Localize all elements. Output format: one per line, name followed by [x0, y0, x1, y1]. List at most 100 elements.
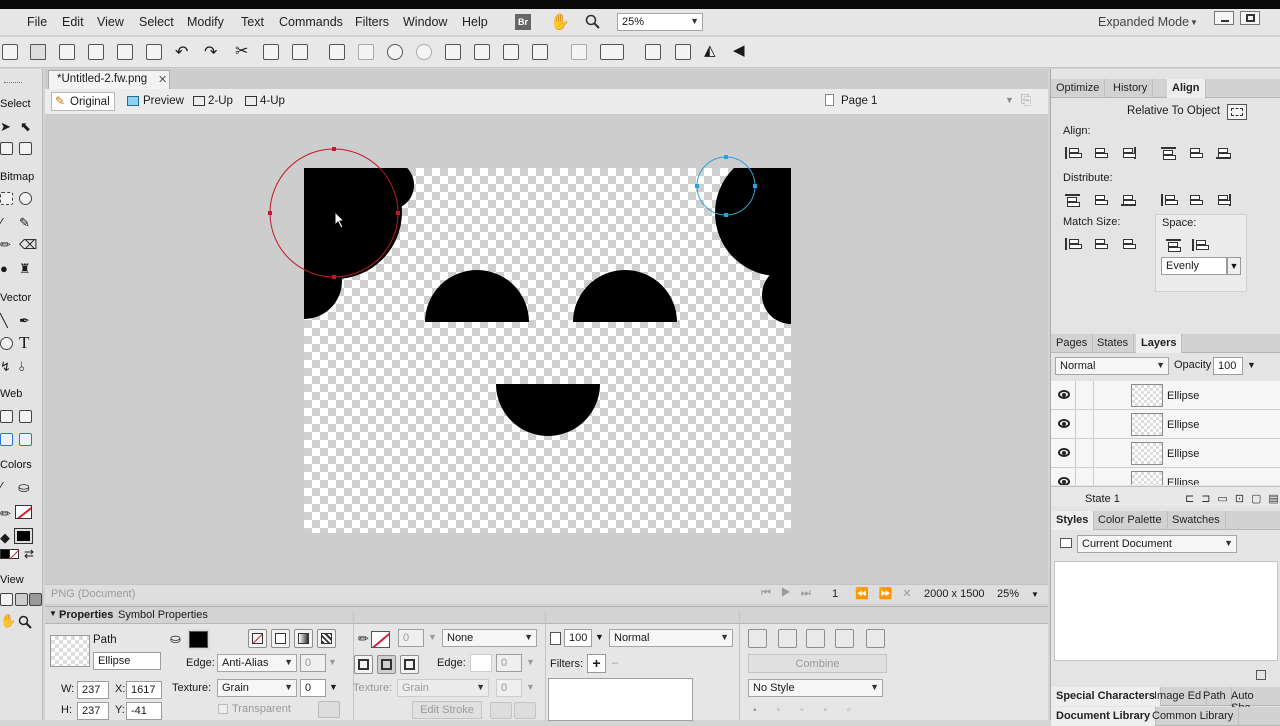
stroke-edge-swatch[interactable]: [470, 654, 492, 672]
layer-row[interactable]: Ellipse: [1051, 468, 1280, 485]
redo-icon[interactable]: ↷: [204, 42, 217, 62]
bridge-icon[interactable]: Br: [515, 14, 531, 30]
stroke-center-button[interactable]: [377, 655, 396, 674]
full-screen-menus-icon[interactable]: [15, 593, 28, 606]
hide-slices-icon[interactable]: [0, 433, 13, 446]
layer-actions[interactable]: ⊏⊐▭⊡▢▤: [1185, 492, 1280, 505]
pencil-tool-icon[interactable]: ✏: [0, 237, 11, 253]
fill-edge-dropdown[interactable]: Anti-Alias ▼: [217, 654, 297, 672]
path-intersect-button[interactable]: [778, 629, 797, 648]
restore-icon[interactable]: [1240, 11, 1260, 25]
tab-swatches[interactable]: Swatches: [1167, 511, 1226, 530]
x-field[interactable]: 1617: [126, 681, 162, 699]
page-settings-icon[interactable]: ⎘: [1021, 92, 1031, 108]
selection-ellipse-blue[interactable]: [693, 152, 761, 220]
stroke-texture-amount[interactable]: 0: [496, 679, 522, 697]
align-bottom-icon[interactable]: [1216, 147, 1231, 159]
crop-tool-icon[interactable]: [19, 142, 32, 155]
stroke-category-dropdown[interactable]: None ▼: [442, 629, 537, 647]
fill-options-button[interactable]: [318, 701, 340, 718]
menu-file[interactable]: File: [27, 15, 47, 29]
cut-icon[interactable]: ✂: [235, 41, 248, 61]
tab-color-palette[interactable]: Color Palette: [1093, 511, 1168, 530]
group-icon[interactable]: [329, 44, 345, 60]
combine-button[interactable]: Combine: [748, 654, 887, 673]
blur-tool-icon[interactable]: ●: [0, 261, 8, 276]
texture-dropdown[interactable]: Grain ▼: [217, 679, 297, 697]
magic-wand-icon[interactable]: ⁄: [0, 215, 2, 230]
align-top-icon[interactable]: [1161, 147, 1176, 160]
align-right-icon[interactable]: [1121, 147, 1136, 159]
save-icon[interactable]: [30, 44, 46, 60]
minimize-icon[interactable]: [1214, 11, 1234, 25]
fill-color-swatch[interactable]: [14, 528, 33, 544]
export-icon[interactable]: [117, 44, 133, 60]
fill-gradient-button[interactable]: [294, 629, 313, 648]
tab-align[interactable]: Align: [1167, 79, 1206, 98]
left-eye-semicircle[interactable]: [425, 270, 529, 322]
stroke-texture-amount-chevron-icon[interactable]: ▼: [526, 682, 535, 692]
match-height-icon[interactable]: [1093, 238, 1108, 250]
distribute-right-icon[interactable]: [1216, 194, 1231, 206]
stroke-edge-amount[interactable]: 0: [496, 654, 522, 672]
zoom-tool-icon[interactable]: [18, 615, 32, 629]
scale-tool-icon[interactable]: [0, 142, 13, 155]
tab-optimize[interactable]: Optimize: [1051, 79, 1106, 98]
styles-action-icon[interactable]: [1256, 670, 1266, 680]
stroke-texture-dropdown[interactable]: Grain ▼: [397, 679, 489, 697]
menu-filters[interactable]: Filters: [355, 15, 389, 29]
texture-amount[interactable]: 0: [300, 679, 326, 697]
fill-solid-button[interactable]: [271, 629, 290, 648]
undo-icon[interactable]: ↶: [175, 42, 188, 62]
ungroup-icon[interactable]: [358, 44, 374, 60]
path-union-button[interactable]: [748, 629, 767, 648]
menu-edit[interactable]: Edit: [62, 15, 84, 29]
state-nav-controls[interactable]: ⏪⏩✕: [855, 587, 922, 600]
transparent-checkbox[interactable]: [218, 704, 228, 714]
playback-controls[interactable]: ⏮▶⏭: [761, 587, 821, 600]
pen-tool-icon[interactable]: ✒: [19, 313, 30, 329]
texture-amount-chevron-icon[interactable]: ▼: [329, 682, 338, 692]
fill-pattern-button[interactable]: [317, 629, 336, 648]
distribute-left-icon[interactable]: [1161, 194, 1178, 206]
path-exclude-button[interactable]: [866, 629, 885, 648]
bring-forward-icon[interactable]: [474, 44, 490, 60]
stroke-size-chevron-icon[interactable]: ▼: [428, 632, 437, 642]
fill-color-bucket-icon[interactable]: ◆: [0, 530, 10, 546]
eye-icon[interactable]: [1058, 390, 1070, 399]
opacity-field[interactable]: 100: [564, 629, 592, 647]
bring-to-front-icon[interactable]: [445, 44, 461, 60]
distribute-top-icon[interactable]: [1065, 194, 1080, 207]
tab-document-library[interactable]: Document Library: [1051, 707, 1157, 726]
fill-none-button[interactable]: [248, 629, 267, 648]
hand-icon[interactable]: ✋: [550, 12, 570, 32]
eye-icon[interactable]: [1058, 419, 1070, 428]
style-library-dropdown[interactable]: Current Document ▼: [1077, 535, 1237, 553]
full-screen-mode-icon[interactable]: [29, 593, 42, 606]
view-original-tab[interactable]: ✎ Original: [51, 92, 115, 111]
open-icon[interactable]: [59, 44, 75, 60]
menu-text[interactable]: Text: [241, 15, 264, 29]
eraser-tool-icon[interactable]: ⌫: [19, 237, 37, 253]
space-horizontal-icon[interactable]: [1192, 239, 1209, 251]
marquee-tool-icon[interactable]: [0, 192, 13, 205]
tab-symbol-properties[interactable]: Symbol Properties: [118, 609, 208, 621]
remove-filter-button[interactable]: –: [612, 657, 618, 669]
status-zoom[interactable]: 25%: [997, 588, 1019, 600]
tab-auto-shapes[interactable]: Auto Sha: [1226, 687, 1280, 714]
relative-to-button[interactable]: [1227, 104, 1247, 120]
edit-stroke-button[interactable]: Edit Stroke: [412, 701, 482, 719]
tab-pages[interactable]: Pages: [1051, 334, 1094, 353]
stroke-color-pencil-icon[interactable]: ✏: [0, 506, 11, 522]
y-field[interactable]: -41: [126, 702, 162, 720]
slice-tool-icon[interactable]: [19, 410, 32, 423]
view-4up-tab[interactable]: 4-Up: [243, 92, 291, 111]
no-color-icon[interactable]: [9, 549, 20, 560]
document-tab[interactable]: *Untitled-2.fw.png ✕: [48, 70, 170, 89]
eyedropper-icon[interactable]: ⁄: [0, 479, 2, 494]
distribute-icon[interactable]: [571, 44, 587, 60]
distribute-bottom-icon[interactable]: [1121, 194, 1136, 206]
height-field[interactable]: 237: [77, 702, 109, 720]
stroke-inside-button[interactable]: [354, 655, 373, 674]
tab-special-characters[interactable]: Special Characters: [1051, 687, 1162, 706]
